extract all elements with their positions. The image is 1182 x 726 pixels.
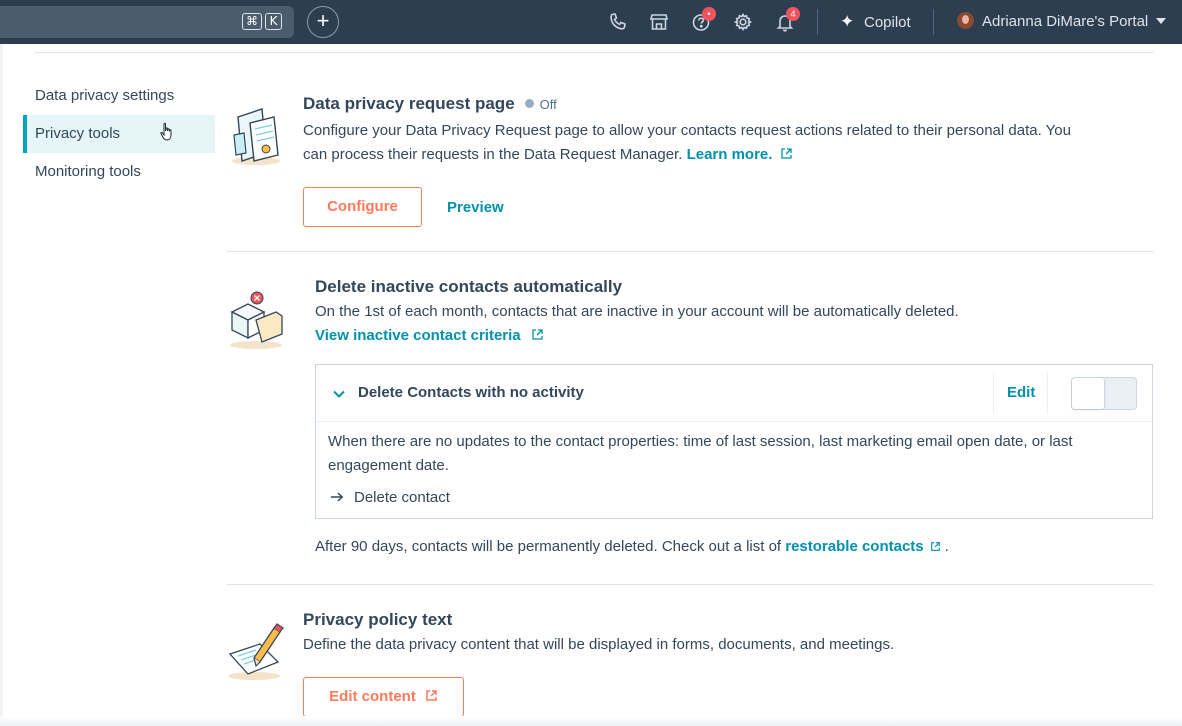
request-page-illustration bbox=[228, 105, 284, 167]
request-page-title: Data privacy request page Off bbox=[303, 94, 557, 114]
inactive-criteria-link[interactable]: View inactive contact criteria bbox=[315, 327, 521, 344]
sidebar-item-privacy-tools[interactable]: Privacy tools bbox=[23, 115, 215, 153]
footnote-text: After 90 days, contacts will be permanen… bbox=[315, 538, 781, 555]
external-link-icon bbox=[425, 689, 438, 702]
inactive-criteria-row: View inactive contact criteria bbox=[315, 324, 715, 348]
arrow-right-icon bbox=[330, 491, 344, 503]
notifications-icon[interactable]: 4 bbox=[773, 10, 797, 34]
create-new-button[interactable]: + bbox=[307, 6, 339, 38]
inactive-contacts-rule-card: Delete Contacts with no activity Edit Wh… bbox=[315, 364, 1153, 519]
toolbar-divider bbox=[933, 9, 934, 35]
preview-button[interactable]: Preview bbox=[447, 199, 504, 216]
inactive-contacts-description: On the 1st of each month, contacts that … bbox=[315, 300, 1135, 324]
configure-button[interactable]: Configure bbox=[303, 187, 422, 227]
rule-action: Delete contact bbox=[330, 489, 450, 506]
restorable-contacts-link[interactable]: restorable contacts bbox=[785, 538, 923, 555]
toolbar-divider bbox=[817, 9, 818, 35]
help-icon[interactable]: • bbox=[689, 10, 713, 34]
shortcut-command-key: ⌘ bbox=[242, 13, 262, 30]
rule-title: Delete Contacts with no activity bbox=[358, 384, 584, 401]
inactive-contacts-title: Delete inactive contacts automatically bbox=[315, 277, 622, 297]
chevron-down-icon bbox=[1156, 18, 1166, 24]
inactive-contacts-illustration bbox=[226, 290, 286, 350]
edit-content-button[interactable]: Edit content bbox=[303, 677, 464, 717]
external-link-icon bbox=[930, 541, 941, 552]
sidebar-item-data-privacy-settings[interactable]: Data privacy settings bbox=[23, 77, 215, 115]
learn-more-link[interactable]: Learn more. bbox=[687, 146, 773, 163]
status-badge: Off bbox=[540, 97, 557, 112]
deletion-footnote: After 90 days, contacts will be permanen… bbox=[315, 535, 1135, 559]
request-page-description: Configure your Data Privacy Request page… bbox=[303, 119, 1093, 167]
top-navigation-bar: ⌘ K + • 4 ✦ Copilot Adrianna DiMare's Por… bbox=[0, 0, 1182, 44]
request-page-title-text: Data privacy request page bbox=[303, 94, 515, 113]
marketplace-icon[interactable] bbox=[647, 10, 671, 34]
external-link-icon bbox=[531, 328, 544, 341]
rule-action-text: Delete contact bbox=[354, 489, 450, 506]
edit-content-label: Edit content bbox=[329, 688, 416, 705]
notifications-count-badge: 4 bbox=[786, 7, 800, 21]
copilot-sparkle-icon: ✦ bbox=[840, 12, 858, 32]
global-search-input[interactable]: ⌘ K bbox=[0, 6, 294, 38]
phone-icon[interactable] bbox=[606, 10, 630, 34]
rule-card-header[interactable]: Delete Contacts with no activity Edit bbox=[316, 365, 1152, 422]
help-notification-badge: • bbox=[702, 7, 716, 21]
section-divider bbox=[227, 251, 1153, 252]
avatar bbox=[957, 12, 974, 29]
rule-header-divider bbox=[1047, 373, 1048, 414]
page-bottom-fade bbox=[0, 716, 1182, 726]
copilot-label: Copilot bbox=[864, 14, 911, 31]
sidebar-item-monitoring-tools[interactable]: Monitoring tools bbox=[23, 153, 215, 191]
privacy-policy-illustration bbox=[226, 622, 284, 682]
status-dot-icon bbox=[525, 99, 534, 108]
rule-condition: When there are no updates to the contact… bbox=[328, 430, 1128, 478]
hand-cursor-icon bbox=[159, 122, 175, 142]
portal-name: Adrianna DiMare's Portal bbox=[982, 13, 1148, 30]
copilot-button[interactable]: ✦ Copilot bbox=[840, 12, 911, 32]
account-menu[interactable]: Adrianna DiMare's Portal bbox=[957, 12, 1166, 32]
rule-edit-button[interactable]: Edit bbox=[1007, 384, 1035, 401]
toggle-knob bbox=[1072, 378, 1105, 409]
privacy-policy-title: Privacy policy text bbox=[303, 610, 452, 630]
header-divider bbox=[35, 52, 1153, 53]
footnote-suffix: . bbox=[945, 538, 949, 555]
chevron-down-icon[interactable] bbox=[332, 387, 346, 401]
rule-header-divider bbox=[993, 373, 994, 414]
rule-enable-toggle[interactable] bbox=[1071, 377, 1137, 410]
shortcut-k-key: K bbox=[265, 13, 282, 30]
privacy-policy-description: Define the data privacy content that wil… bbox=[303, 633, 1123, 657]
section-divider bbox=[227, 584, 1153, 585]
external-link-icon bbox=[780, 147, 793, 160]
settings-icon[interactable] bbox=[731, 10, 755, 34]
page-left-edge bbox=[0, 44, 3, 726]
